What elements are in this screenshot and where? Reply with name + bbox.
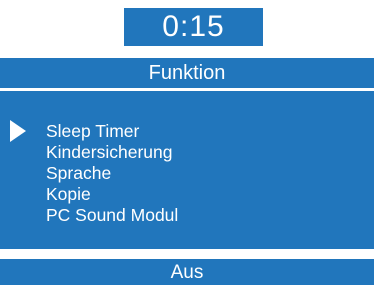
value-bar: Aus <box>0 259 374 285</box>
menu-item-pc-sound-modul[interactable]: PC Sound Modul <box>46 205 178 226</box>
menu-item-sprache[interactable]: Sprache <box>46 163 178 184</box>
current-value: Aus <box>170 261 204 283</box>
menu-list: Sleep Timer Kindersicherung Sprache Kopi… <box>46 121 178 226</box>
selection-pointer-icon <box>10 120 26 142</box>
menu-header: Funktion <box>0 58 374 88</box>
menu-item-kopie[interactable]: Kopie <box>46 184 178 205</box>
menu-item-kindersicherung[interactable]: Kindersicherung <box>46 142 178 163</box>
menu-title: Funktion <box>148 62 226 84</box>
menu-item-sleep-timer[interactable]: Sleep Timer <box>46 121 178 142</box>
timer-display: 0:15 <box>124 8 263 46</box>
footer-divider <box>0 249 374 259</box>
timer-value: 0:15 <box>162 10 225 43</box>
